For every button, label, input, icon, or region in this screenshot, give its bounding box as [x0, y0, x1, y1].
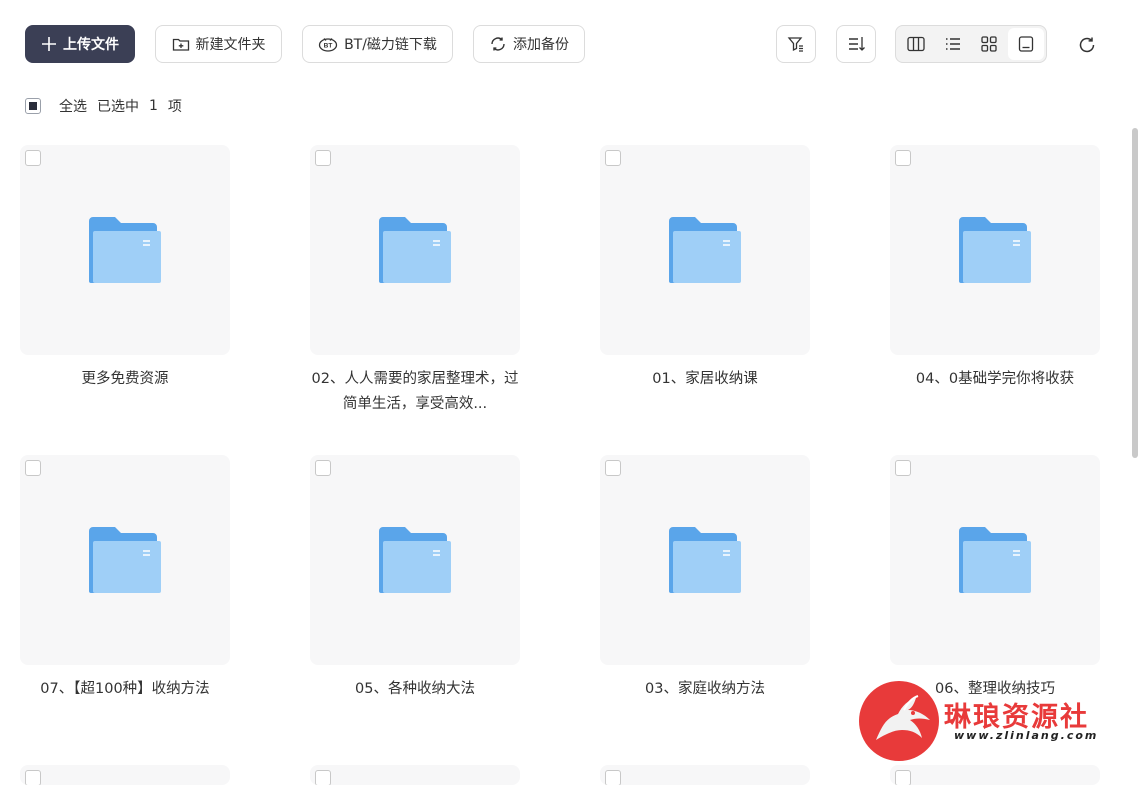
- file-tile[interactable]: 04、0基础学完你将收获: [890, 145, 1100, 392]
- view-preview-button[interactable]: [1007, 28, 1044, 60]
- grid-icon: [981, 36, 997, 52]
- file-card[interactable]: [20, 145, 230, 355]
- file-name[interactable]: 03、家庭收纳方法: [600, 677, 810, 702]
- file-tile[interactable]: 07、【超100种】收纳方法: [20, 455, 230, 702]
- file-name[interactable]: 04、0基础学完你将收获: [890, 367, 1100, 392]
- file-checkbox[interactable]: [895, 770, 911, 785]
- refresh-icon: [1079, 37, 1095, 53]
- preview-icon: [1018, 36, 1033, 52]
- add-backup-button[interactable]: 添加备份: [473, 25, 585, 63]
- file-name[interactable]: 更多免费资源: [20, 367, 230, 392]
- file-checkbox[interactable]: [315, 150, 331, 166]
- sync-icon: [491, 37, 505, 51]
- file-card[interactable]: [600, 455, 810, 665]
- new-folder-button[interactable]: 新建文件夹: [155, 25, 282, 63]
- add-backup-label: 添加备份: [513, 37, 569, 53]
- file-card[interactable]: [890, 455, 1100, 665]
- bt-icon: BT: [318, 38, 338, 52]
- file-tile[interactable]: 05、各种收纳大法: [310, 455, 520, 702]
- upload-label: 上传文件: [63, 37, 119, 53]
- view-column-button[interactable]: [898, 28, 935, 60]
- file-name[interactable]: 01、家居收纳课: [600, 367, 810, 392]
- file-checkbox[interactable]: [25, 150, 41, 166]
- selected-count: 1: [149, 98, 158, 114]
- file-name[interactable]: 05、各种收纳大法: [310, 677, 520, 702]
- file-checkbox[interactable]: [895, 460, 911, 476]
- file-tile[interactable]: 更多免费资源: [20, 145, 230, 392]
- bt-download-label: BT/磁力链下载: [344, 37, 437, 53]
- filter-button[interactable]: [776, 25, 816, 63]
- watermark-url: www.zlinlang.com: [954, 729, 1099, 742]
- file-tile[interactable]: 02、人人需要的家居整理术，过简单生活，享受高效...: [310, 145, 520, 417]
- file-checkbox[interactable]: [25, 460, 41, 476]
- file-checkbox[interactable]: [605, 460, 621, 476]
- select-all-checkbox[interactable]: [25, 98, 41, 114]
- file-card[interactable]: [310, 455, 520, 665]
- watermark: 琳琅资源社 www.zlinlang.com: [858, 680, 1120, 762]
- list-icon: [945, 38, 960, 50]
- bt-icon-text: BT: [324, 43, 333, 50]
- filter-icon: [787, 37, 803, 52]
- plus-icon: [42, 37, 56, 51]
- sort-icon: [849, 37, 865, 51]
- file-card[interactable]: [20, 455, 230, 665]
- dragon-logo-icon: [859, 681, 939, 761]
- file-checkbox[interactable]: [25, 770, 41, 785]
- folder-icon: [959, 527, 1031, 593]
- folder-icon: [669, 217, 741, 283]
- view-mode-group: [895, 25, 1047, 63]
- view-list-button[interactable]: [935, 28, 972, 60]
- file-card[interactable]: [310, 145, 520, 355]
- file-name[interactable]: 07、【超100种】收纳方法: [20, 677, 230, 702]
- file-checkbox[interactable]: [605, 150, 621, 166]
- file-name[interactable]: 02、人人需要的家居整理术，过简单生活，享受高效...: [310, 367, 520, 417]
- file-tile[interactable]: [890, 765, 1100, 785]
- new-folder-label: 新建文件夹: [195, 37, 266, 53]
- file-tile[interactable]: [600, 765, 810, 785]
- bt-download-button[interactable]: BT BT/磁力链下载: [302, 25, 453, 63]
- folder-icon: [89, 527, 161, 593]
- selection-bar: 全选 已选中 1 项: [25, 95, 182, 117]
- file-tile[interactable]: 03、家庭收纳方法: [600, 455, 810, 702]
- file-tile[interactable]: [20, 765, 230, 785]
- folder-icon: [379, 527, 451, 593]
- file-card[interactable]: [310, 765, 520, 785]
- folder-icon: [89, 217, 161, 283]
- refresh-button[interactable]: [1071, 30, 1103, 60]
- file-card[interactable]: [890, 145, 1100, 355]
- folder-icon: [379, 217, 451, 283]
- checkbox-indeterminate-mark: [29, 102, 37, 110]
- file-checkbox[interactable]: [315, 770, 331, 785]
- add-folder-icon: [172, 38, 189, 51]
- upload-button[interactable]: 上传文件: [25, 25, 135, 63]
- file-card[interactable]: [20, 765, 230, 785]
- toolbar: 上传文件 新建文件夹 BT BT/磁力链下载 添加备份: [0, 0, 1140, 90]
- folder-icon: [959, 217, 1031, 283]
- selected-prefix: 已选中: [97, 99, 139, 115]
- columns-icon: [907, 36, 925, 52]
- file-card[interactable]: [890, 765, 1100, 785]
- select-all-label[interactable]: 全选: [59, 96, 87, 116]
- folder-icon: [669, 527, 741, 593]
- scrollbar[interactable]: [1132, 128, 1138, 458]
- file-tile[interactable]: 01、家居收纳课: [600, 145, 810, 392]
- view-grid-button[interactable]: [971, 28, 1008, 60]
- file-checkbox[interactable]: [895, 150, 911, 166]
- selected-suffix: 项: [167, 99, 182, 115]
- file-card[interactable]: [600, 145, 810, 355]
- file-card[interactable]: [600, 765, 810, 785]
- file-tile[interactable]: [310, 765, 520, 785]
- file-checkbox[interactable]: [605, 770, 621, 785]
- file-tile[interactable]: 06、整理收纳技巧: [890, 455, 1100, 702]
- sort-button[interactable]: [836, 25, 876, 63]
- file-checkbox[interactable]: [315, 460, 331, 476]
